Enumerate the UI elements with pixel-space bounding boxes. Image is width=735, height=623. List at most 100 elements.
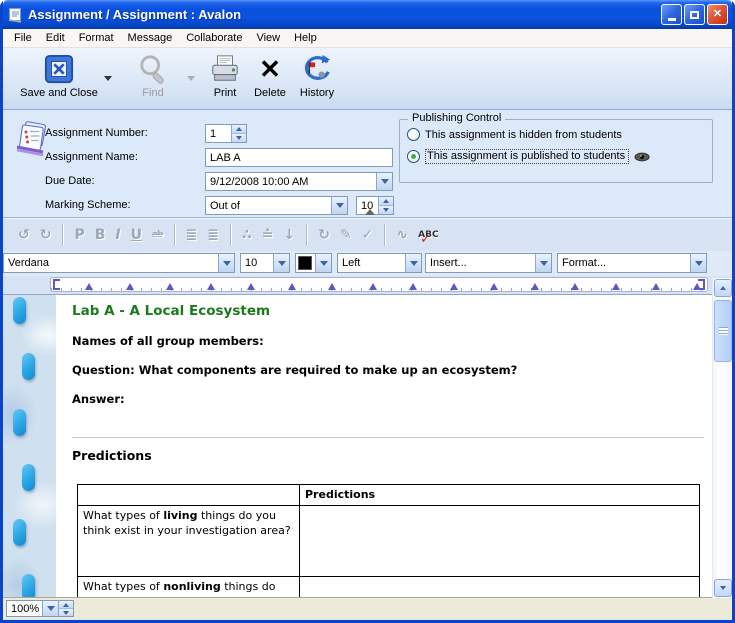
- font-size-dropdown-icon[interactable]: [273, 254, 289, 272]
- scrollbar-thumb[interactable]: [714, 300, 732, 362]
- insert-dropdown-icon[interactable]: [535, 254, 551, 272]
- menu-edit[interactable]: Edit: [39, 30, 72, 46]
- assignment-number-stepper[interactable]: 1: [205, 124, 247, 143]
- published-option-row[interactable]: This assignment is published to students: [407, 149, 650, 164]
- doc-section-heading: Predictions: [72, 448, 704, 463]
- ruler-tab-marker-icon[interactable]: [409, 283, 417, 290]
- font-family-combo[interactable]: Verdana: [3, 253, 235, 273]
- assignment-form-panel: Assignment Number: 1 Assignment Name: LA…: [3, 110, 732, 218]
- document-area[interactable]: Lab A - A Local Ecosystem Names of all g…: [3, 294, 732, 597]
- quote-level-up-icon[interactable]: ≣: [186, 225, 198, 245]
- title-bar[interactable]: Assignment / Assignment : Avalon ✕: [3, 0, 732, 29]
- collapse-panel-arrow-icon[interactable]: [365, 209, 375, 215]
- history-button[interactable]: History: [293, 54, 341, 99]
- align-combo[interactable]: Left: [337, 253, 422, 273]
- font-color-dropdown-icon[interactable]: [315, 254, 331, 272]
- spellcheck-icon[interactable]: ABC ✓: [418, 225, 438, 245]
- quote-level-down-icon[interactable]: ≣: [207, 225, 219, 245]
- published-radio-label[interactable]: This assignment is published to students: [425, 149, 629, 164]
- ruler-tab-marker-icon[interactable]: [490, 283, 498, 290]
- delete-button[interactable]: ✕ Delete: [247, 54, 293, 99]
- ruler-tab-marker-icon[interactable]: [207, 283, 215, 290]
- signature-icon[interactable]: ∿: [396, 225, 408, 245]
- ruler-bar[interactable]: [50, 277, 708, 292]
- format-dropdown-icon[interactable]: [690, 254, 706, 272]
- save-options-arrow-icon[interactable]: [104, 76, 112, 81]
- ruler-tab-marker-icon[interactable]: [571, 283, 579, 290]
- number-spinner-icon[interactable]: [231, 125, 246, 142]
- underline-icon[interactable]: U: [131, 225, 142, 245]
- marking-points-stepper[interactable]: 10: [356, 196, 394, 215]
- align-dropdown-icon[interactable]: [405, 254, 421, 272]
- vertical-scrollbar[interactable]: [712, 278, 732, 598]
- italic-icon[interactable]: I: [115, 225, 120, 245]
- ruler-tab-marker-icon[interactable]: [612, 283, 620, 290]
- edit-pencil-icon[interactable]: ✎: [340, 225, 352, 245]
- scroll-down-icon[interactable]: [714, 579, 732, 597]
- ruler-tab-marker-icon[interactable]: [369, 283, 377, 290]
- format-combo[interactable]: Format...: [557, 253, 707, 273]
- ruler-tab-marker-icon[interactable]: [531, 283, 539, 290]
- answer-cell[interactable]: [300, 577, 700, 598]
- approve-check-icon[interactable]: ✓: [362, 225, 374, 245]
- print-button[interactable]: Print: [205, 54, 245, 99]
- menu-format[interactable]: Format: [72, 30, 121, 46]
- menu-file[interactable]: File: [7, 30, 39, 46]
- question-cell-living[interactable]: What types of living things do you think…: [78, 506, 300, 577]
- hidden-option-row[interactable]: This assignment is hidden from students: [407, 128, 622, 141]
- font-size-combo[interactable]: 10: [240, 253, 290, 273]
- document-content[interactable]: Lab A - A Local Ecosystem Names of all g…: [72, 295, 704, 597]
- font-color-combo[interactable]: [295, 253, 332, 273]
- font-family-dropdown-icon[interactable]: [218, 254, 234, 272]
- zoom-dropdown-icon[interactable]: [42, 601, 58, 616]
- bold-icon[interactable]: B: [95, 225, 106, 245]
- save-and-close-button[interactable]: Save and Close: [13, 54, 105, 99]
- close-button[interactable]: ✕: [707, 4, 728, 25]
- hidden-radio-label[interactable]: This assignment is hidden from students: [425, 129, 622, 141]
- ruler-tab-marker-icon[interactable]: [247, 283, 255, 290]
- ruler-tab-marker-icon[interactable]: [126, 283, 134, 290]
- insert-combo[interactable]: Insert...: [425, 253, 552, 273]
- menu-view[interactable]: View: [249, 30, 287, 46]
- published-radio[interactable]: [407, 150, 420, 163]
- ruler-left-margin-icon[interactable]: [53, 279, 60, 290]
- toolbar-separator: [230, 224, 231, 246]
- menu-help[interactable]: Help: [287, 30, 324, 46]
- minimize-button[interactable]: [661, 4, 682, 25]
- ruler-tab-marker-icon[interactable]: [85, 283, 93, 290]
- points-spinner-icon[interactable]: [378, 197, 393, 214]
- redo-icon[interactable]: ↻: [40, 225, 52, 245]
- header-cell-predictions[interactable]: Predictions: [300, 485, 700, 506]
- binding-dot: [13, 297, 26, 324]
- marking-scheme-combo[interactable]: Out of: [205, 196, 348, 215]
- due-date-dropdown-icon[interactable]: [376, 173, 392, 190]
- strikethrough-icon[interactable]: ab: [152, 225, 163, 245]
- menu-message[interactable]: Message: [121, 30, 180, 46]
- find-button[interactable]: Find: [125, 54, 181, 99]
- answer-cell[interactable]: [300, 506, 700, 577]
- zoom-spinner-icon[interactable]: [58, 601, 73, 616]
- revert-icon[interactable]: ↻: [318, 225, 330, 245]
- question-cell-nonliving[interactable]: What types of nonliving things do you th…: [78, 577, 300, 598]
- plain-text-icon[interactable]: P: [74, 225, 84, 245]
- assignment-name-input[interactable]: LAB A: [205, 148, 393, 167]
- due-date-combo[interactable]: 9/12/2008 10:00 AM: [205, 172, 393, 191]
- menu-collaborate[interactable]: Collaborate: [179, 30, 249, 46]
- ruler-tab-marker-icon[interactable]: [166, 283, 174, 290]
- hidden-radio[interactable]: [407, 128, 420, 141]
- scroll-up-icon[interactable]: [714, 279, 732, 297]
- ruler-tab-marker-icon[interactable]: [652, 283, 660, 290]
- zoom-control[interactable]: 100%: [6, 600, 74, 617]
- move-down-icon[interactable]: ↓: [283, 225, 295, 245]
- ruler-tab-marker-icon[interactable]: [693, 283, 701, 290]
- paragraph-marks-icon[interactable]: ∴: [242, 225, 252, 245]
- line-spacing-icon[interactable]: ≐: [262, 225, 274, 245]
- marking-scheme-dropdown-icon[interactable]: [331, 197, 347, 214]
- undo-icon[interactable]: ↺: [18, 225, 30, 245]
- binding-dot: [22, 574, 35, 597]
- maximize-button[interactable]: [684, 4, 705, 25]
- ruler-tab-marker-icon[interactable]: [288, 283, 296, 290]
- header-cell-empty[interactable]: [78, 485, 300, 506]
- ruler-tab-marker-icon[interactable]: [450, 283, 458, 290]
- ruler-tab-marker-icon[interactable]: [328, 283, 336, 290]
